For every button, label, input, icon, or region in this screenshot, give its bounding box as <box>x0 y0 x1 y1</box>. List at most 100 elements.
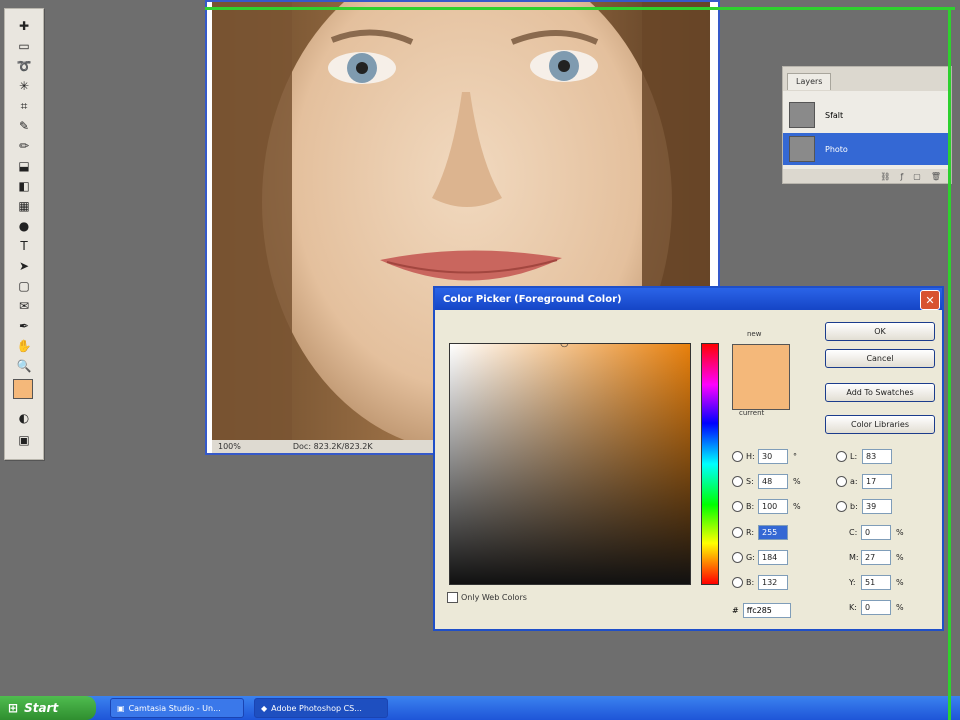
yellow-field[interactable]: Y: 51 % <box>849 575 906 590</box>
new-layer-icon[interactable]: ▢ <box>913 172 921 181</box>
hue-radio[interactable] <box>732 451 743 462</box>
yellow-input[interactable]: 51 <box>861 575 891 590</box>
notes-tool-icon[interactable]: ✉ <box>11 297 37 315</box>
saturation-input[interactable]: 48 <box>758 474 788 489</box>
hue-input[interactable]: 30 <box>758 449 788 464</box>
green-input[interactable]: 184 <box>758 550 788 565</box>
magenta-field[interactable]: M: 27 % <box>849 550 906 565</box>
percent-unit: % <box>896 578 904 587</box>
path-selection-tool-icon[interactable]: ➤ <box>11 257 37 275</box>
add-to-swatches-button[interactable]: Add To Swatches <box>825 383 935 402</box>
red-radio[interactable] <box>732 527 743 538</box>
layers-footer: ⛓ ƒ ▢ 🗑 <box>783 169 951 183</box>
brightness-field[interactable]: B: 100 % <box>732 499 803 514</box>
lasso-tool-icon[interactable]: ➰ <box>11 57 37 75</box>
ok-button[interactable]: OK <box>825 322 935 341</box>
layer-thumbnail <box>789 102 815 128</box>
only-web-colors-label: Only Web Colors <box>461 593 527 602</box>
close-icon[interactable]: ✕ <box>920 290 940 310</box>
cyan-field[interactable]: C: 0 % <box>849 525 906 540</box>
gradient-tool-icon[interactable]: ▦ <box>11 197 37 215</box>
magic-wand-tool-icon[interactable]: ✳ <box>11 77 37 95</box>
screen-mode-icon[interactable]: ▣ <box>11 431 37 449</box>
a-radio[interactable] <box>836 476 847 487</box>
saturation-brightness-field[interactable] <box>449 343 691 585</box>
layer-row-selected[interactable]: Photo <box>783 133 951 165</box>
marquee-tool-icon[interactable]: ▭ <box>11 37 37 55</box>
zoom-tool-icon[interactable]: 🔍 <box>11 357 37 375</box>
healing-brush-tool-icon[interactable]: ✎ <box>11 117 37 135</box>
b-field[interactable]: b: 39 <box>836 499 892 514</box>
lightness-input[interactable]: 83 <box>862 449 892 464</box>
color-picker-dialog: Color Picker (Foreground Color) ✕ ◡ Only… <box>433 286 944 631</box>
move-tool-icon[interactable]: ✚ <box>11 17 37 35</box>
hash-label: # <box>732 606 739 615</box>
layer-name: Photo <box>825 144 848 154</box>
hue-field[interactable]: H: 30 ° <box>732 449 803 464</box>
dodge-tool-icon[interactable]: ● <box>11 217 37 235</box>
layer-style-icon[interactable]: ƒ <box>900 172 903 181</box>
current-color-label: current <box>739 409 765 417</box>
color-picker-marker-icon[interactable]: ◡ <box>560 338 569 349</box>
layers-tab[interactable]: Layers <box>787 73 832 90</box>
start-button[interactable]: ⊞ Start <box>0 696 96 720</box>
taskbar: ⊞ Start ▣ Camtasia Studio - Un... ◆ Adob… <box>0 696 960 720</box>
shape-tool-icon[interactable]: ▢ <box>11 277 37 295</box>
quick-mask-icon[interactable]: ◐ <box>11 409 37 427</box>
capture-frame-top <box>205 7 955 10</box>
new-color-swatch <box>732 344 790 410</box>
blue-input[interactable]: 132 <box>758 575 788 590</box>
layers-tab-bar: Layers <box>783 67 951 91</box>
red-input[interactable]: 255 <box>758 525 788 540</box>
percent-unit: % <box>793 502 801 511</box>
cancel-button[interactable]: Cancel <box>825 349 935 368</box>
only-web-colors-checkbox[interactable]: Only Web Colors <box>447 592 527 603</box>
black-input[interactable]: 0 <box>861 600 891 615</box>
hex-input[interactable]: ffc285 <box>742 603 791 618</box>
color-picker-titlebar[interactable]: Color Picker (Foreground Color) ✕ <box>435 288 942 310</box>
checkbox-box[interactable] <box>447 592 458 603</box>
b-radio[interactable] <box>836 501 847 512</box>
lightness-radio[interactable] <box>836 451 847 462</box>
red-field[interactable]: R: 255 <box>732 525 788 540</box>
green-radio[interactable] <box>732 552 743 563</box>
taskbar-item[interactable]: ▣ Camtasia Studio - Un... <box>110 698 244 718</box>
hand-tool-icon[interactable]: ✋ <box>11 337 37 355</box>
blue-field[interactable]: B: 132 <box>732 575 788 590</box>
brightness-radio[interactable] <box>732 501 743 512</box>
start-label: Start <box>24 701 59 715</box>
black-field[interactable]: K: 0 % <box>849 600 906 615</box>
camtasia-icon: ▣ <box>117 703 125 713</box>
layer-row[interactable]: Sfalt <box>783 99 951 131</box>
zoom-level[interactable]: 100% <box>218 442 241 451</box>
photoshop-icon: ◆ <box>261 703 268 713</box>
saturation-radio[interactable] <box>732 476 743 487</box>
color-libraries-button[interactable]: Color Libraries <box>825 415 935 434</box>
a-field[interactable]: a: 17 <box>836 474 892 489</box>
layer-name: Sfalt <box>825 110 844 120</box>
magenta-input[interactable]: 27 <box>861 550 891 565</box>
brightness-input[interactable]: 100 <box>758 499 788 514</box>
cyan-input[interactable]: 0 <box>861 525 891 540</box>
lightness-field[interactable]: L: 83 <box>836 449 892 464</box>
new-color-label: new <box>747 330 762 338</box>
saturation-field[interactable]: S: 48 % <box>732 474 803 489</box>
brush-tool-icon[interactable]: ✏ <box>11 137 37 155</box>
blue-radio[interactable] <box>732 577 743 588</box>
delete-layer-icon[interactable]: 🗑 <box>931 172 941 181</box>
stamp-tool-icon[interactable]: ⬓ <box>11 157 37 175</box>
hue-slider[interactable] <box>701 343 719 585</box>
link-layers-icon[interactable]: ⛓ <box>880 172 890 181</box>
crop-tool-icon[interactable]: ⌗ <box>11 97 37 115</box>
type-tool-icon[interactable]: T <box>11 237 37 255</box>
foreground-color-swatch[interactable] <box>13 379 33 399</box>
a-input[interactable]: 17 <box>862 474 892 489</box>
taskbar-item-active[interactable]: ◆ Adobe Photoshop CS... <box>254 698 388 718</box>
eyedropper-tool-icon[interactable]: ✒ <box>11 317 37 335</box>
eraser-tool-icon[interactable]: ◧ <box>11 177 37 195</box>
tools-palette: ✚ ▭ ➰ ✳ ⌗ ✎ ✏ ⬓ ◧ ▦ ● T ➤ ▢ ✉ ✒ ✋ 🔍 ◐ ▣ <box>4 8 44 460</box>
taskbar-item-label: Adobe Photoshop CS... <box>271 703 362 713</box>
b-input[interactable]: 39 <box>862 499 892 514</box>
green-field[interactable]: G: 184 <box>732 550 788 565</box>
hex-field[interactable]: # ffc285 <box>732 603 791 618</box>
